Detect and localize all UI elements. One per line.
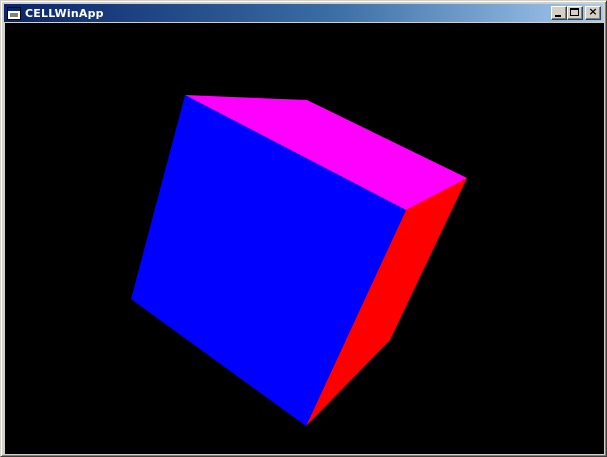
3d-scene xyxy=(5,23,604,454)
window-title: CELLWinApp xyxy=(25,6,104,20)
maximize-icon xyxy=(570,8,579,16)
minimize-icon xyxy=(555,15,561,17)
title-bar[interactable]: CELLWinApp × xyxy=(4,4,603,22)
minimize-button[interactable] xyxy=(551,6,567,20)
app-window: CELLWinApp × xyxy=(0,0,607,457)
close-button[interactable]: × xyxy=(585,5,601,20)
maximize-button[interactable] xyxy=(567,6,583,20)
caption-buttons: × xyxy=(551,5,601,20)
close-icon: × xyxy=(588,5,598,18)
application-icon[interactable] xyxy=(7,6,21,20)
render-viewport[interactable] xyxy=(5,23,604,454)
